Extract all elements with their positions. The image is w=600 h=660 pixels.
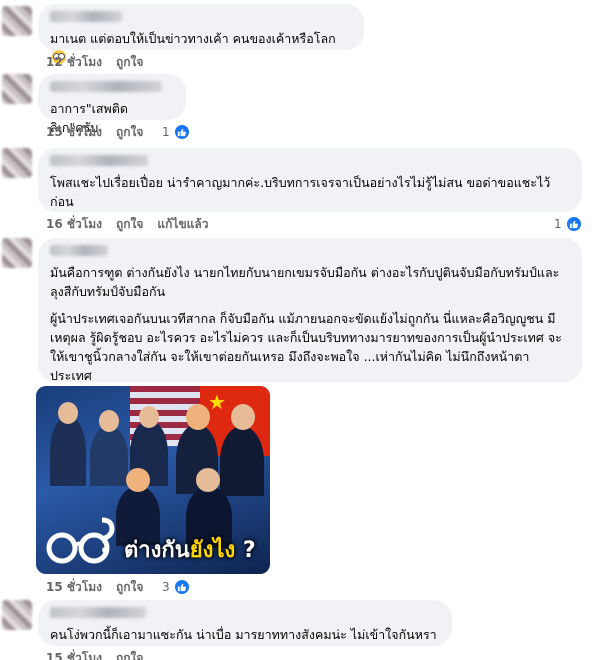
timestamp[interactable]: 15 ชั่วโมง bbox=[46, 649, 102, 660]
thumbs-up-icon bbox=[173, 124, 190, 140]
like-button[interactable]: ถูกใจ bbox=[116, 215, 143, 234]
commenter-name-redacted[interactable] bbox=[50, 607, 146, 618]
avatar[interactable] bbox=[2, 600, 32, 630]
glasses-logo-icon bbox=[46, 517, 115, 564]
comment-text-paragraph-2: ผู้นำประเทศเจอกันบนเวทีสากล ก็จับมือกัน … bbox=[50, 311, 562, 383]
comment-meta: 15 ชั่วโมง ถูกใจ bbox=[46, 650, 143, 660]
like-button[interactable]: ถูกใจ bbox=[116, 53, 143, 72]
timestamp[interactable]: 15 ชั่วโมง bbox=[46, 123, 102, 142]
avatar[interactable] bbox=[2, 148, 32, 178]
comment-bubble: โพสแชะไปเรื่อยเปื่อย น่ารำคาญมากค่ะ.บริบ… bbox=[38, 148, 582, 212]
image-caption: ต่างกันยังไง ? bbox=[124, 538, 256, 563]
reaction-count: 1 bbox=[554, 217, 562, 231]
like-button[interactable]: ถูกใจ bbox=[116, 123, 143, 142]
reaction-summary[interactable]: 1 bbox=[162, 124, 190, 140]
comment-meta: 15 ชั่วโมง ถูกใจ bbox=[46, 124, 143, 140]
comment-bubble: คนโง่พวกนี้ก็เอามาแซะกัน น่าเบื่อ มารยาท… bbox=[38, 600, 452, 646]
edited-label[interactable]: แก้ไขแล้ว bbox=[157, 215, 208, 234]
avatar[interactable] bbox=[2, 74, 32, 104]
comment-text: คนโง่พวกนี้ก็เอามาแซะกัน น่าเบื่อ มารยาท… bbox=[50, 627, 437, 642]
thumbs-up-icon bbox=[565, 216, 582, 232]
comment-meta: 15 ชั่วโมง ถูกใจ bbox=[46, 579, 143, 595]
thumbs-up-icon bbox=[173, 579, 190, 595]
reaction-summary[interactable]: 1 bbox=[554, 216, 582, 232]
commenter-name-redacted[interactable] bbox=[50, 245, 108, 256]
comment-meta: 12 ชั่วโมง ถูกใจ bbox=[46, 54, 143, 70]
comment-bubble: อาการ"เสพติดลิเก"ครับ bbox=[38, 74, 186, 135]
avatar[interactable] bbox=[2, 238, 32, 268]
comment-text: โพสแชะไปเรื่อยเปื่อย น่ารำคาญมากค่ะ.บริบ… bbox=[50, 175, 551, 209]
comment-text: มาเนต แต่ตอบให้เป็นข่าวทางเค้า คนของเค้า… bbox=[50, 31, 336, 46]
reaction-summary[interactable]: 3 bbox=[162, 579, 190, 595]
reaction-count: 1 bbox=[162, 125, 170, 139]
avatar[interactable] bbox=[2, 6, 32, 36]
like-button[interactable]: ถูกใจ bbox=[116, 649, 143, 660]
comment-text: มันคือการฑูต ต่างกันยังไง นายกไทยกับนายก… bbox=[50, 265, 560, 299]
commenter-name-redacted[interactable] bbox=[50, 11, 122, 22]
timestamp[interactable]: 16 ชั่วโมง bbox=[46, 215, 102, 234]
commenter-name-redacted[interactable] bbox=[50, 81, 162, 92]
comment-meta: 16 ชั่วโมง ถูกใจ แก้ไขแล้ว bbox=[46, 216, 208, 232]
reaction-count: 3 bbox=[162, 580, 170, 594]
timestamp[interactable]: 12 ชั่วโมง bbox=[46, 53, 102, 72]
comment-bubble: มันคือการฑูต ต่างกันยังไง นายกไทยกับนายก… bbox=[38, 238, 582, 383]
like-button[interactable]: ถูกใจ bbox=[116, 578, 143, 597]
timestamp[interactable]: 15 ชั่วโมง bbox=[46, 578, 102, 597]
commenter-name-redacted[interactable] bbox=[50, 155, 148, 166]
comment-bubble: มาเนต แต่ตอบให้เป็นข่าวทางเค้า คนของเค้า… bbox=[38, 4, 364, 64]
comment-image-attachment[interactable]: ต่างกันยังไง ? bbox=[36, 386, 270, 574]
